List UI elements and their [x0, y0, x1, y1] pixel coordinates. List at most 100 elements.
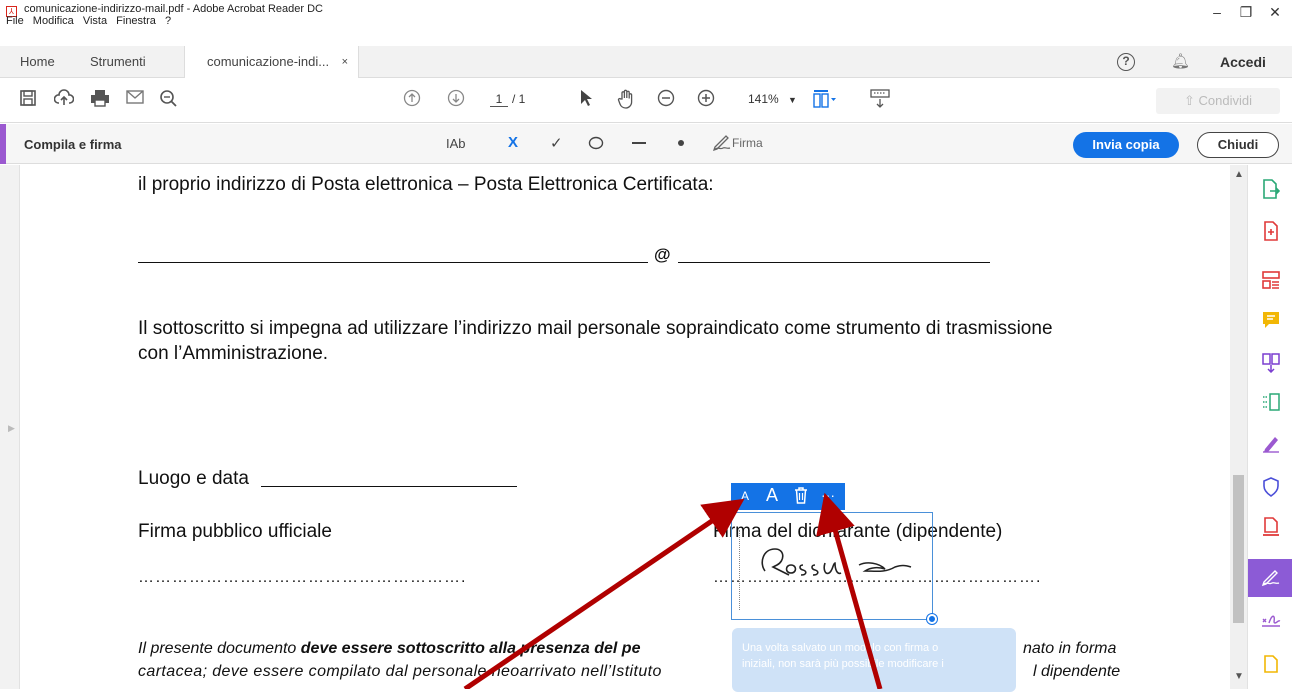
- export-pdf-icon[interactable]: [1260, 179, 1282, 201]
- create-pdf-icon[interactable]: [1260, 221, 1282, 243]
- menu-modifica[interactable]: Modifica: [33, 15, 74, 27]
- keyboard-scroll-icon[interactable]: [868, 89, 892, 114]
- trash-icon[interactable]: [793, 486, 809, 509]
- zoom-in-icon[interactable]: [694, 89, 718, 112]
- add-text-tool[interactable]: IAb: [446, 136, 466, 151]
- sign-pen-icon[interactable]: [712, 132, 732, 156]
- fill-sign-toolbar: Compila e firma IAb X ✓ Firma Invia copi…: [0, 124, 1292, 164]
- page-number-input[interactable]: 1: [490, 92, 508, 107]
- left-panel-toggle[interactable]: ▶: [0, 165, 20, 689]
- bell-icon[interactable]: 🔔︎: [1171, 52, 1190, 70]
- decrease-size-button[interactable]: A: [741, 489, 749, 503]
- scroll-up-icon[interactable]: ▲: [1234, 169, 1244, 180]
- doc-line-pec: il proprio indirizzo di Posta elettronic…: [138, 174, 714, 195]
- zoom-select[interactable]: 141% ▼: [748, 92, 797, 106]
- menu-file[interactable]: File: [6, 15, 24, 27]
- save-icon[interactable]: [16, 89, 40, 112]
- select-cursor-icon[interactable]: [574, 89, 598, 112]
- doc-italic-line1-end: nato in forma: [1023, 640, 1117, 657]
- sign-tool-label[interactable]: Firma: [732, 136, 763, 150]
- combine-files-icon[interactable]: [1260, 353, 1282, 375]
- document-page: il proprio indirizzo di Posta elettronic…: [21, 165, 1230, 689]
- tab-tools[interactable]: Strumenti: [90, 46, 146, 78]
- signature-toolbar: A A ···: [731, 483, 845, 510]
- page-layout-icon[interactable]: [812, 89, 836, 114]
- help-icon[interactable]: ?: [1117, 53, 1135, 71]
- dot-tool-icon[interactable]: [676, 136, 686, 154]
- request-signature-icon[interactable]: [1260, 611, 1282, 633]
- share-label: Condividi: [1198, 93, 1252, 108]
- next-page-icon[interactable]: [444, 89, 468, 112]
- fill-sign-label: Compila e firma: [24, 137, 122, 152]
- search-zoom-icon[interactable]: [156, 89, 180, 112]
- doc-paragraph-line2: con l’Amministrazione.: [138, 343, 329, 364]
- signature-tooltip: Una volta salvato un modulo con firma o …: [732, 628, 1016, 692]
- menu-bar: File Modifica Vista Finestra ?: [6, 15, 177, 27]
- page-total: / 1: [512, 92, 526, 106]
- more-tools-icon[interactable]: [1260, 655, 1282, 677]
- upload-cloud-icon[interactable]: [52, 89, 76, 112]
- minimize-button[interactable]: –: [1207, 4, 1227, 20]
- comment-icon[interactable]: [1260, 311, 1282, 333]
- share-button[interactable]: ⇧ Condividi: [1156, 88, 1280, 114]
- organize-pages-icon[interactable]: [1260, 271, 1282, 293]
- signature-dotted-guide: [739, 530, 740, 610]
- check-mark-tool[interactable]: ✓: [550, 134, 563, 152]
- line-tool-icon[interactable]: [630, 136, 648, 154]
- fill-sign-accent: [0, 124, 6, 164]
- doc-italic-line2: cartacea; deve essere compilato dal pers…: [138, 663, 662, 680]
- zoom-value: 141%: [748, 92, 779, 106]
- tab-bar: Home Strumenti comunicazione-indi... × ?…: [0, 46, 1292, 78]
- edit-pen-icon[interactable]: [1260, 435, 1282, 457]
- doc-paragraph-line1: Il sottoscritto si impegna ad utilizzare…: [138, 318, 1053, 339]
- restore-button[interactable]: ❐: [1236, 4, 1256, 21]
- send-copy-button[interactable]: Invia copia: [1073, 132, 1179, 158]
- menu-finestra[interactable]: Finestra: [116, 15, 156, 27]
- close-tab-icon[interactable]: ×: [342, 46, 348, 78]
- print-icon[interactable]: [88, 89, 112, 112]
- menu-help[interactable]: ?: [165, 15, 171, 27]
- public-official-signature-line: ………………………………………………….: [138, 569, 467, 586]
- menu-vista[interactable]: Vista: [83, 15, 107, 27]
- increase-size-button[interactable]: A: [766, 485, 778, 506]
- title-bar: ⅄ comunicazione-indirizzo-mail.pdf - Ado…: [0, 0, 1292, 28]
- close-window-button[interactable]: ✕: [1265, 4, 1285, 21]
- public-official-signature-label: Firma pubblico ufficiale: [138, 521, 332, 542]
- doc-italic-line1: Il presente documento deve essere sottos…: [138, 640, 640, 658]
- previous-page-icon[interactable]: [400, 89, 424, 112]
- cross-mark-tool[interactable]: X: [508, 134, 518, 151]
- protect-shield-icon[interactable]: [1260, 477, 1282, 499]
- circle-tool-icon[interactable]: [588, 136, 604, 154]
- more-options-button[interactable]: ···: [821, 487, 835, 503]
- close-fill-sign-button[interactable]: Chiudi: [1197, 132, 1279, 158]
- scroll-down-icon[interactable]: ▼: [1234, 671, 1244, 682]
- main-toolbar: 1 / 1 141% ▼ ⇧ Condividi: [0, 79, 1292, 123]
- handwritten-signature: [755, 543, 915, 588]
- tab-document-label: comunicazione-indi...: [207, 54, 330, 69]
- email-domain-field[interactable]: [678, 262, 990, 263]
- zoom-out-icon[interactable]: [654, 89, 678, 112]
- tab-home[interactable]: Home: [20, 46, 55, 78]
- scroll-thumb[interactable]: [1233, 475, 1244, 623]
- fill-sign-icon[interactable]: [1260, 567, 1282, 589]
- tooltip-line2: iniziali, non sarà più possibile modific…: [742, 658, 944, 670]
- doc-italic-line2-end: l dipendente: [1033, 663, 1121, 680]
- italic-text-a: Il presente documento: [138, 640, 301, 657]
- right-tools-panel: [1247, 165, 1292, 689]
- resize-handle[interactable]: [927, 614, 937, 624]
- tab-document[interactable]: comunicazione-indi... ×: [184, 46, 359, 78]
- place-date-field[interactable]: [261, 486, 517, 487]
- email-local-part-field[interactable]: [138, 262, 648, 263]
- hand-tool-icon[interactable]: [614, 89, 638, 114]
- italic-text-bold: deve essere sottoscritto alla presenza d…: [300, 640, 641, 657]
- chevron-down-icon: ▼: [788, 95, 797, 105]
- pdf-export-red-icon[interactable]: [1260, 517, 1282, 539]
- sign-in-link[interactable]: Accedi: [1220, 54, 1266, 70]
- vertical-scrollbar[interactable]: ▲ ▼: [1230, 165, 1247, 689]
- compress-pdf-icon[interactable]: [1260, 393, 1282, 415]
- email-icon[interactable]: [123, 89, 147, 110]
- share-icon: ⇧: [1183, 93, 1195, 108]
- place-date-label: Luogo e data: [138, 468, 249, 489]
- expand-arrow-icon: ▶: [8, 423, 15, 433]
- tooltip-line1: Una volta salvato un modulo con firma o: [742, 642, 939, 654]
